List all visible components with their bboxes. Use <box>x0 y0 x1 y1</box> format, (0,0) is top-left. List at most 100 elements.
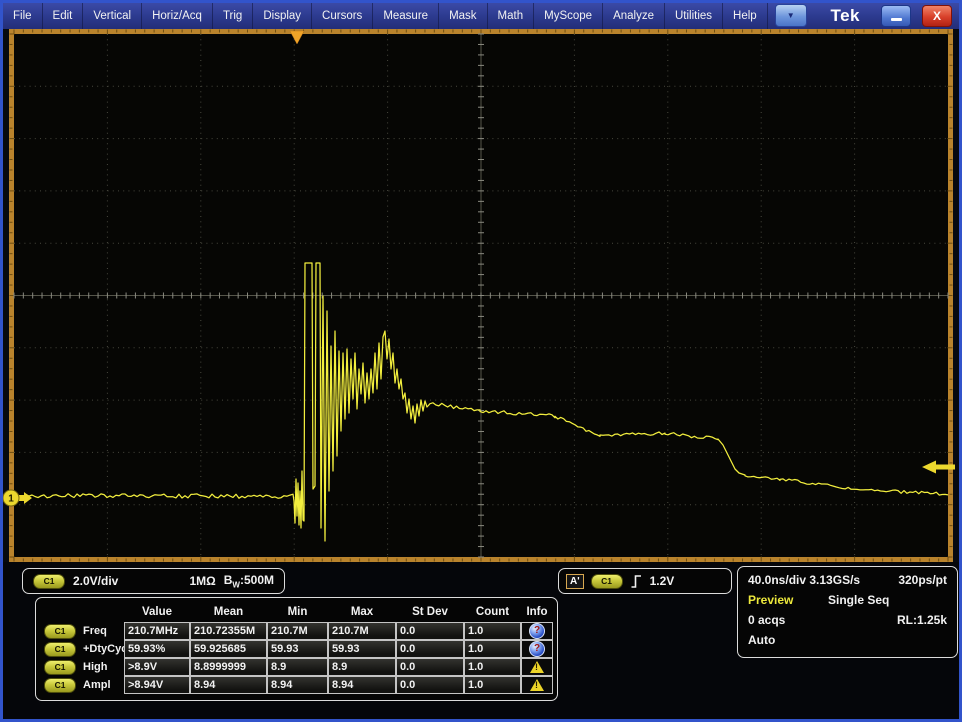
channel-badge-c1[interactable]: C1 <box>33 574 65 589</box>
measurement-value-cell: 59.925685 <box>190 640 267 658</box>
trigger-readout[interactable]: A' C1 1.2V <box>558 568 732 594</box>
measurement-label: C1 High <box>40 658 124 676</box>
measurement-value-cell: 1.0 <box>464 676 521 694</box>
svg-text:1: 1 <box>8 494 14 505</box>
menu-item-myscope[interactable]: MyScope <box>534 2 603 29</box>
trigger-source-badge: A' <box>566 574 584 589</box>
menu-item-file[interactable]: File <box>3 2 43 29</box>
menu-item-display[interactable]: Display <box>253 2 312 29</box>
oscilloscope-screen: FileEditVerticalHoriz/AcqTrigDisplayCurs… <box>0 0 962 722</box>
trigger-mode: Auto <box>748 633 775 647</box>
measurement-value-cell: 59.93% <box>124 640 190 658</box>
measurement-name: Ampl <box>83 679 111 691</box>
warning-icon[interactable]: ! <box>530 661 544 673</box>
measurement-value-cell: >8.94V <box>124 676 190 694</box>
close-icon: X <box>933 10 941 22</box>
menu-overflow-button[interactable]: ▼ <box>775 4 807 27</box>
minimize-icon <box>891 18 902 21</box>
bandwidth-readout: BW:500M <box>224 573 274 589</box>
menu-bar: FileEditVerticalHoriz/AcqTrigDisplayCurs… <box>3 2 959 29</box>
menu-item-trig[interactable]: Trig <box>213 2 253 29</box>
column-header-info: Info <box>521 601 553 622</box>
rising-edge-icon <box>630 574 643 589</box>
chevron-down-icon: ▼ <box>787 12 795 20</box>
info-cell: ? <box>521 640 553 658</box>
column-header-min: Min <box>267 601 328 622</box>
horizontal-readout[interactable]: 40.0ns/div 3.13GS/s 320ps/pt Preview Sin… <box>737 566 958 658</box>
column-header-stdev: St Dev <box>396 601 464 622</box>
measurement-value-cell: 1.0 <box>464 622 521 640</box>
tek-logo: Tek <box>830 6 860 26</box>
preview-status: Preview <box>748 593 828 607</box>
measurement-value-cell: 8.9 <box>328 658 396 676</box>
measurement-value-cell: 8.94 <box>190 676 267 694</box>
menu-item-utilities[interactable]: Utilities <box>665 2 723 29</box>
menubar-right: Tek X <box>830 5 959 27</box>
measurement-value-cell: 0.0 <box>396 640 464 658</box>
header-spacer <box>40 601 124 622</box>
measurement-label: C1 Freq <box>40 622 124 640</box>
channel-badge-c1[interactable]: C1 <box>44 678 76 693</box>
measurement-label: C1 +DtyCyc <box>40 640 124 658</box>
menu-item-math[interactable]: Math <box>488 2 535 29</box>
measurement-name: High <box>83 661 107 673</box>
timebase: 40.0ns/div <box>748 573 806 587</box>
measurement-name: +DtyCyc <box>83 643 127 655</box>
statistics-info-icon[interactable]: ? <box>529 623 545 639</box>
close-button[interactable]: X <box>922 5 952 27</box>
measurement-value-cell: 210.7M <box>328 622 396 640</box>
acquisition-count: 0 acqs <box>748 613 785 627</box>
resolution: 320ps/pt <box>898 573 947 587</box>
measurement-value-cell: 1.0 <box>464 640 521 658</box>
vertical-scale: 2.0V/div <box>73 574 118 588</box>
sample-rate: 3.13GS/s <box>809 573 860 587</box>
measurement-label: C1 Ampl <box>40 676 124 694</box>
menu-items: FileEditVerticalHoriz/AcqTrigDisplayCurs… <box>3 2 768 29</box>
menu-item-analyze[interactable]: Analyze <box>603 2 665 29</box>
measurement-value-cell: 0.0 <box>396 658 464 676</box>
channel-badge-c1[interactable]: C1 <box>44 642 76 657</box>
measurement-value-cell: 59.93 <box>267 640 328 658</box>
info-cell: ! <box>521 676 553 694</box>
menu-item-measure[interactable]: Measure <box>373 2 439 29</box>
info-cell: ? <box>521 622 553 640</box>
menu-item-cursors[interactable]: Cursors <box>312 2 373 29</box>
measurement-value-cell: 8.94 <box>328 676 396 694</box>
info-cell: ! <box>521 658 553 676</box>
menu-item-edit[interactable]: Edit <box>43 2 84 29</box>
trigger-channel-badge[interactable]: C1 <box>591 574 623 589</box>
waveform-display: 1 <box>9 29 953 562</box>
measurement-value-cell: 59.93 <box>328 640 396 658</box>
vertical-readout[interactable]: C1 2.0V/div 1MΩ BW:500M <box>22 568 285 594</box>
channel-badge-c1[interactable]: C1 <box>44 624 76 639</box>
input-impedance: 1MΩ <box>189 574 215 588</box>
acquisition-mode: Single Seq <box>828 593 889 607</box>
readout-area: C1 2.0V/div 1MΩ BW:500M A' C1 1.2V 40.0n… <box>3 562 959 719</box>
measurement-value-cell: 210.7MHz <box>124 622 190 640</box>
measurement-value-cell: 210.72355M <box>190 622 267 640</box>
measurement-value-cell: 8.8999999 <box>190 658 267 676</box>
column-header-count: Count <box>464 601 521 622</box>
measurement-value-cell: 210.7M <box>267 622 328 640</box>
measurement-header: ValueMeanMinMaxSt DevCountInfo <box>40 601 553 622</box>
menu-item-mask[interactable]: Mask <box>439 2 487 29</box>
menu-item-vertical[interactable]: Vertical <box>83 2 142 29</box>
minimize-button[interactable] <box>881 5 911 27</box>
measurement-value-cell: >8.9V <box>124 658 190 676</box>
measurement-row-ampl: C1Ampl>8.94V8.948.948.940.01.0! <box>40 676 553 694</box>
menu-item-horizacq[interactable]: Horiz/Acq <box>142 2 213 29</box>
measurement-name: Freq <box>83 625 107 637</box>
column-header-mean: Mean <box>190 601 267 622</box>
measurement-rows: C1Freq210.7MHz210.72355M210.7M210.7M0.01… <box>40 622 553 694</box>
measurement-value-cell: 0.0 <box>396 622 464 640</box>
channel-badge-c1[interactable]: C1 <box>44 660 76 675</box>
measurement-panel: ValueMeanMinMaxSt DevCountInfo C1 Freq 210… <box>35 597 558 701</box>
measurement-value-cell: 1.0 <box>464 658 521 676</box>
measurement-row-high: C1High>8.9V8.89999998.98.90.01.0! <box>40 658 553 676</box>
warning-icon[interactable]: ! <box>530 679 544 691</box>
measurement-row-dtycyc: C1+DtyCyc59.93%59.92568559.9359.930.01.0… <box>40 640 553 658</box>
menu-item-help[interactable]: Help <box>723 2 768 29</box>
column-header-value: Value <box>124 601 190 622</box>
statistics-info-icon[interactable]: ? <box>529 641 545 657</box>
column-header-max: Max <box>328 601 396 622</box>
